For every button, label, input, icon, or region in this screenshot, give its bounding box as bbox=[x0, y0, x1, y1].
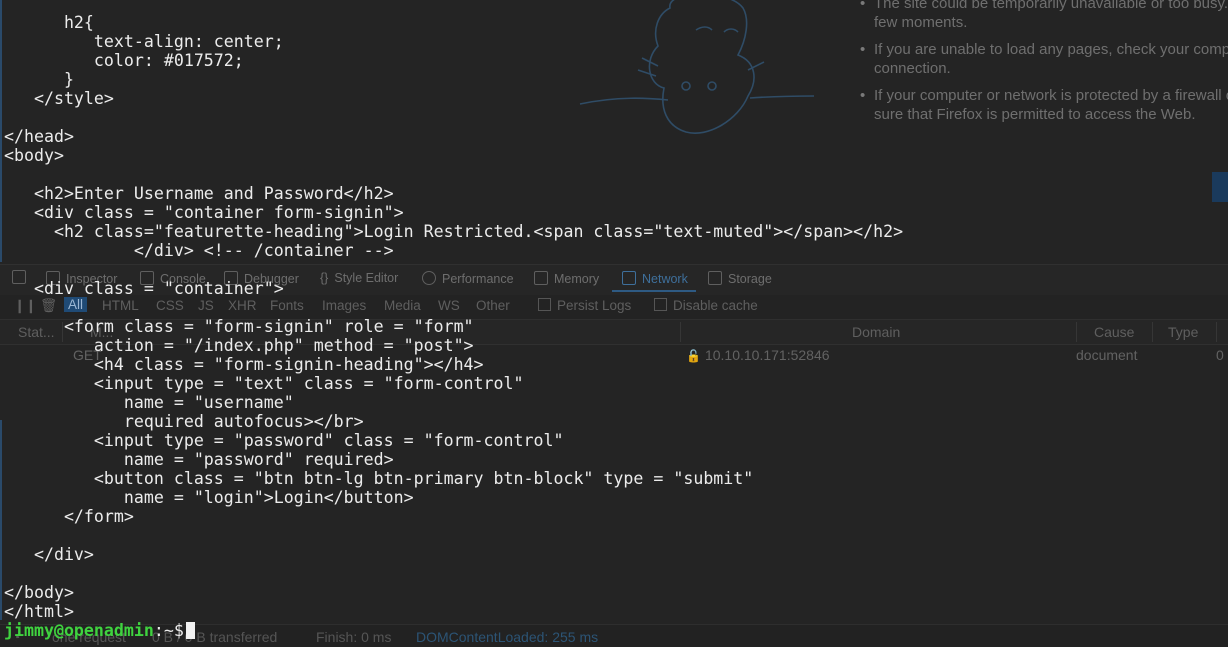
terminal-line: </div> bbox=[4, 545, 94, 564]
terminal-line: name = "login">Login</button> bbox=[4, 488, 414, 507]
list-item: The site could be temporarily unavailabl… bbox=[858, 0, 1228, 32]
terminal-line: <h4 class = "form-signin-heading"></h4> bbox=[4, 355, 484, 374]
terminal-line: </head> bbox=[4, 127, 74, 146]
terminal-line: <input type = "text" class = "form-contr… bbox=[4, 374, 524, 393]
terminal-output: h2{ text-align: center; color: #017572; … bbox=[4, 13, 903, 640]
list-item: If your computer or network is protected… bbox=[858, 86, 1228, 124]
terminal-line: <h2>Enter Username and Password</h2> bbox=[4, 184, 394, 203]
request-type: 0 bbox=[1216, 347, 1224, 363]
terminal-line: color: #017572; bbox=[4, 51, 244, 70]
terminal-line: <button class = "btn btn-lg btn-primary … bbox=[4, 469, 754, 488]
terminal-line: </body> bbox=[4, 583, 74, 602]
prompt-user-host: jimmy@openadmin bbox=[4, 621, 154, 640]
column-cause[interactable]: Cause bbox=[1094, 324, 1134, 340]
terminal-line: <h2 class="featurette-heading">Login Res… bbox=[4, 222, 904, 241]
column-type[interactable]: Type bbox=[1168, 324, 1198, 340]
terminal-line: name = "username" bbox=[4, 393, 294, 412]
terminal-line: } bbox=[4, 70, 74, 89]
text-cursor bbox=[185, 622, 195, 639]
terminal-line: required autofocus></br> bbox=[4, 412, 364, 431]
terminal-line: </form> bbox=[4, 507, 134, 526]
terminal-line: <input type = "password" class = "form-c… bbox=[4, 431, 564, 450]
list-item: If you are unable to load any pages, che… bbox=[858, 40, 1228, 78]
window-edge bbox=[0, 420, 2, 620]
terminal-line: action = "/index.php" method = "post"> bbox=[4, 336, 474, 355]
terminal-line: <body> bbox=[4, 146, 64, 165]
try-again-button-edge[interactable] bbox=[1212, 172, 1228, 202]
terminal-line: <div class = "container"> bbox=[4, 279, 284, 298]
terminal-line: <div class = "container form-signin"> bbox=[4, 203, 404, 222]
terminal-line: name = "password" required> bbox=[4, 450, 394, 469]
shell-prompt[interactable]: jimmy@openadmin:~$ bbox=[4, 621, 903, 640]
terminal-line: </div> <!-- /container --> bbox=[4, 241, 394, 260]
error-suggestion-list: The site could be temporarily unavailabl… bbox=[858, 0, 1228, 132]
window-edge bbox=[0, 0, 2, 262]
terminal-line: h2{ bbox=[4, 13, 94, 32]
terminal-line: text-align: center; bbox=[4, 32, 284, 51]
terminal-line: </html> bbox=[4, 602, 74, 621]
terminal-line: </style> bbox=[4, 89, 114, 108]
terminal-line: <form class = "form-signin" role = "form… bbox=[4, 317, 474, 336]
prompt-path: :~$ bbox=[153, 621, 184, 640]
request-cause: document bbox=[1076, 347, 1138, 363]
